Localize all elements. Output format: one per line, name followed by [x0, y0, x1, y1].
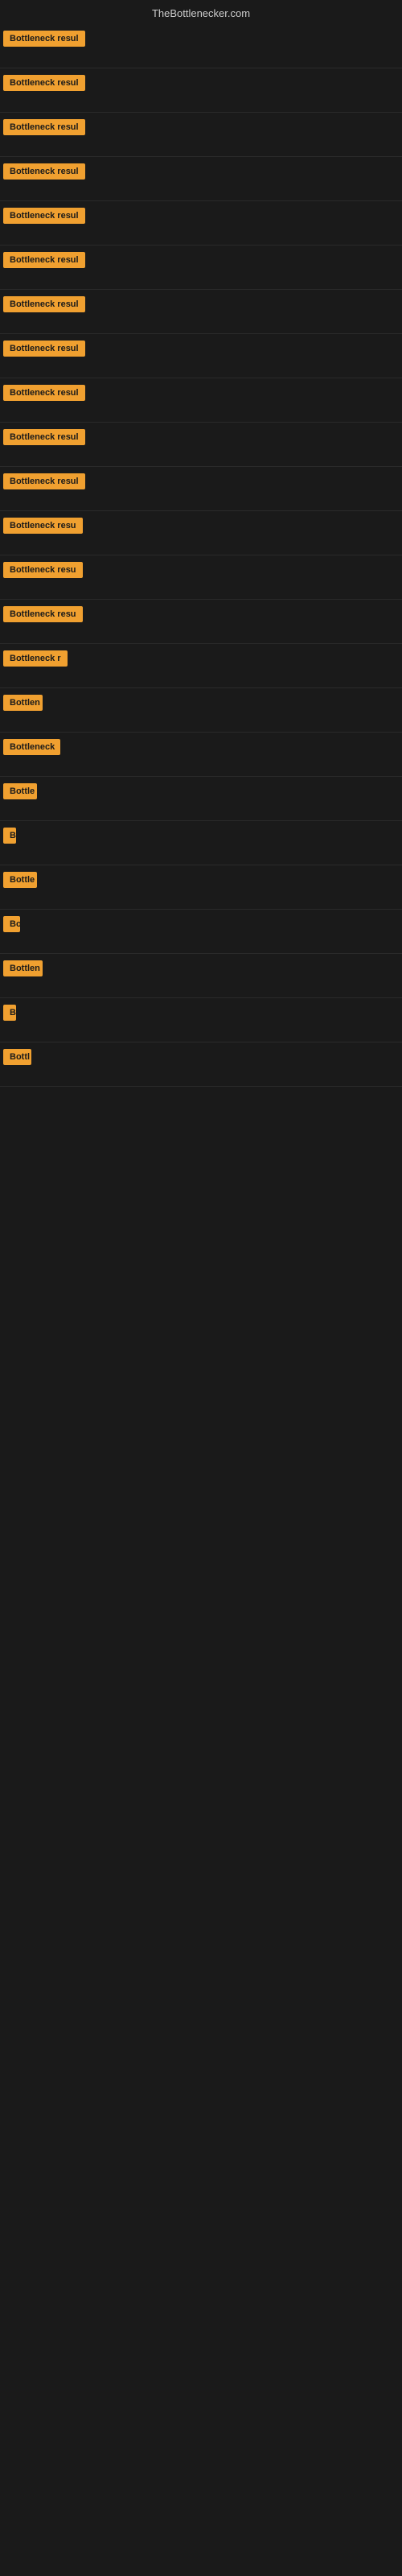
badge-container: Bottleneck resul	[3, 296, 85, 316]
result-row-2: Bottleneck resul	[0, 68, 402, 113]
bottleneck-result-badge[interactable]: Bottleneck resul	[3, 473, 85, 489]
bottleneck-result-badge[interactable]: Bottleneck	[3, 739, 60, 755]
result-row-11: Bottleneck resul	[0, 467, 402, 511]
badge-container: Bottle	[3, 783, 37, 803]
badge-container: B	[3, 1005, 16, 1025]
badge-container: Bot	[3, 916, 20, 936]
bottleneck-result-badge[interactable]: Bottlen	[3, 960, 43, 976]
badge-container: Bottlen	[3, 960, 43, 980]
bottleneck-result-badge[interactable]: Bottl	[3, 1049, 31, 1065]
result-row-4: Bottleneck resul	[0, 157, 402, 201]
bottleneck-result-badge[interactable]: Bottleneck resul	[3, 429, 85, 445]
badge-container: Bottleneck resu	[3, 562, 83, 582]
bottleneck-result-badge[interactable]: Bottleneck resul	[3, 296, 85, 312]
bottleneck-result-badge[interactable]: Bottleneck resu	[3, 606, 83, 622]
bottleneck-result-badge[interactable]: Bottleneck resu	[3, 518, 83, 534]
result-row-14: Bottleneck resu	[0, 600, 402, 644]
result-row-1: Bottleneck resul	[0, 24, 402, 68]
badge-container: Bottlen	[3, 695, 43, 715]
result-row-15: Bottleneck r	[0, 644, 402, 688]
bottleneck-result-badge[interactable]: Bottleneck resul	[3, 119, 85, 135]
bottleneck-result-badge[interactable]: Bottle	[3, 872, 37, 888]
result-row-3: Bottleneck resul	[0, 113, 402, 157]
bottleneck-result-badge[interactable]: Bottleneck resul	[3, 341, 85, 357]
result-row-18: Bottle	[0, 777, 402, 821]
result-row-6: Bottleneck resul	[0, 246, 402, 290]
result-row-22: Bottlen	[0, 954, 402, 998]
bottleneck-result-badge[interactable]: Bottleneck resu	[3, 562, 83, 578]
bottleneck-result-badge[interactable]: B	[3, 828, 16, 844]
badge-container: Bottleneck r	[3, 650, 68, 671]
badge-container: B	[3, 828, 16, 848]
badge-container: Bottleneck resul	[3, 429, 85, 449]
result-row-9: Bottleneck resul	[0, 378, 402, 423]
bottleneck-result-badge[interactable]: Bottlen	[3, 695, 43, 711]
result-row-8: Bottleneck resul	[0, 334, 402, 378]
result-row-12: Bottleneck resu	[0, 511, 402, 555]
site-header: TheBottlenecker.com	[0, 0, 402, 24]
badge-container: Bottleneck resul	[3, 473, 85, 493]
result-row-23: B	[0, 998, 402, 1042]
badge-container: Bottleneck resul	[3, 208, 85, 228]
badge-container: Bottleneck resul	[3, 31, 85, 51]
bottleneck-result-badge[interactable]: Bottleneck resul	[3, 75, 85, 91]
result-row-16: Bottlen	[0, 688, 402, 733]
badge-container: Bottleneck resul	[3, 163, 85, 184]
bottleneck-result-badge[interactable]: Bottleneck resul	[3, 385, 85, 401]
bottleneck-result-badge[interactable]: Bottleneck resul	[3, 31, 85, 47]
results-list: Bottleneck resul Bottleneck resul Bottlene…	[0, 24, 402, 1087]
result-row-13: Bottleneck resu	[0, 555, 402, 600]
result-row-21: Bot	[0, 910, 402, 954]
bottleneck-result-badge[interactable]: Bottleneck resul	[3, 208, 85, 224]
badge-container: Bottleneck resul	[3, 119, 85, 139]
result-row-5: Bottleneck resul	[0, 201, 402, 246]
badge-container: Bottleneck resul	[3, 385, 85, 405]
bottleneck-result-badge[interactable]: Bottleneck r	[3, 650, 68, 667]
result-row-17: Bottleneck	[0, 733, 402, 777]
badge-container: Bottleneck resul	[3, 75, 85, 95]
bottleneck-result-badge[interactable]: Bottle	[3, 783, 37, 799]
result-row-10: Bottleneck resul	[0, 423, 402, 467]
result-row-20: Bottle	[0, 865, 402, 910]
badge-container: Bottleneck resul	[3, 252, 85, 272]
bottleneck-result-badge[interactable]: Bottleneck resul	[3, 163, 85, 180]
badge-container: Bottleneck resul	[3, 341, 85, 361]
result-row-7: Bottleneck resul	[0, 290, 402, 334]
badge-container: Bottle	[3, 872, 37, 892]
site-title: TheBottlenecker.com	[152, 7, 250, 19]
bottleneck-result-badge[interactable]: Bot	[3, 916, 20, 932]
badge-container: Bottleneck	[3, 739, 60, 759]
result-row-24: Bottl	[0, 1042, 402, 1087]
page-wrapper: TheBottlenecker.com Bottleneck resulBott…	[0, 0, 402, 1087]
badge-container: Bottleneck resu	[3, 606, 83, 626]
badge-container: Bottl	[3, 1049, 31, 1069]
result-row-19: B	[0, 821, 402, 865]
bottleneck-result-badge[interactable]: Bottleneck resul	[3, 252, 85, 268]
bottleneck-result-badge[interactable]: B	[3, 1005, 16, 1021]
badge-container: Bottleneck resu	[3, 518, 83, 538]
